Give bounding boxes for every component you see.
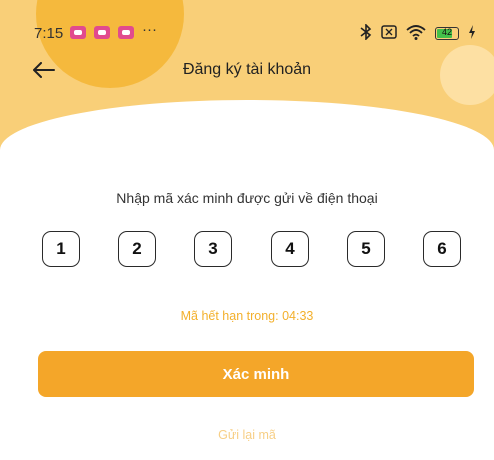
bluetooth-icon: [360, 23, 372, 43]
code-digit-input[interactable]: 2: [118, 231, 156, 267]
code-digit-input[interactable]: 3: [194, 231, 232, 267]
notification-icon: [118, 26, 134, 39]
code-digit-input[interactable]: 6: [423, 231, 461, 267]
instruction-text: Nhập mã xác minh được gửi về điện thoại: [116, 190, 378, 206]
content-card: [0, 100, 494, 460]
code-digit-input[interactable]: 4: [271, 231, 309, 267]
code-digit-input[interactable]: 1: [42, 231, 80, 267]
status-time: 7:15: [34, 25, 64, 42]
code-digit-input[interactable]: 5: [347, 231, 385, 267]
charging-icon: [468, 25, 476, 42]
more-notifications: ···: [142, 21, 157, 38]
verification-code-inputs: 1 2 3 4 5 6: [0, 231, 494, 271]
battery-icon: 42: [435, 27, 459, 40]
navigation-bar: Đăng ký tài khoản: [0, 56, 494, 84]
screen-icon: [381, 25, 397, 42]
resend-code-link[interactable]: Gửi lại mã: [0, 428, 494, 442]
wifi-icon: [406, 24, 426, 43]
page-title: Đăng ký tài khoản: [182, 61, 312, 78]
expiry-countdown: Mã hết hạn trong: 04:33: [180, 309, 314, 323]
status-icons: 42: [360, 23, 476, 43]
verify-button[interactable]: Xác minh: [38, 351, 474, 397]
notification-icon: [70, 26, 86, 39]
notification-icon: [94, 26, 110, 39]
battery-level: 42: [441, 27, 452, 37]
status-bar: 7:15 ··· 42: [0, 18, 494, 48]
